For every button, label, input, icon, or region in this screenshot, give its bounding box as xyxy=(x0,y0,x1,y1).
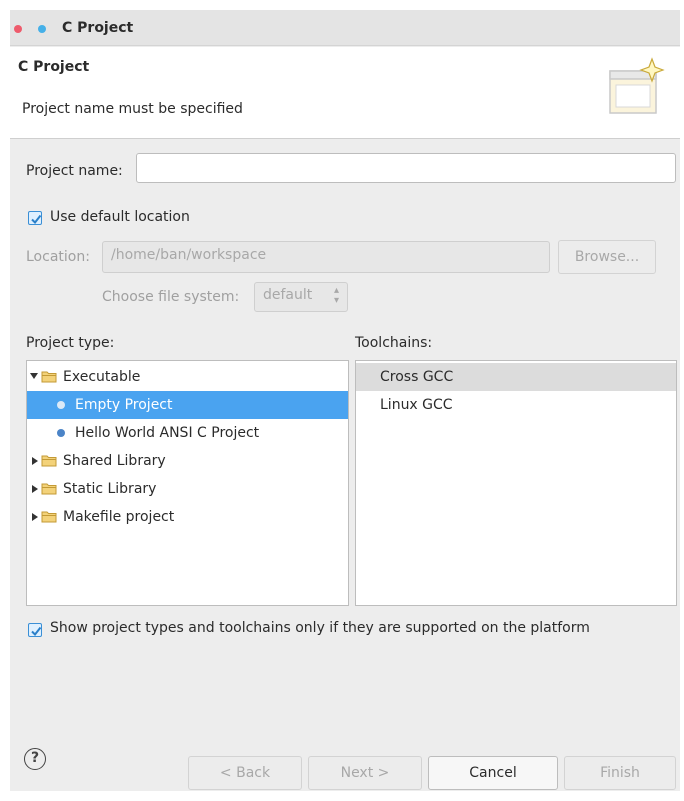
tree-item-makefile-project[interactable]: Makefile project xyxy=(27,503,348,531)
project-bullet-icon xyxy=(57,401,65,409)
close-window-button[interactable] xyxy=(14,25,22,33)
toolchain-item-linux-gcc[interactable]: Linux GCC xyxy=(356,391,676,419)
supported-only-checkbox[interactable] xyxy=(28,623,42,637)
use-default-location-label: Use default location xyxy=(50,209,190,225)
location-input[interactable]: /home/ban/workspace xyxy=(102,241,550,273)
tree-item-label: Empty Project xyxy=(75,397,173,413)
project-type-tree[interactable]: Executable Empty Project Hello World ANS… xyxy=(26,360,349,606)
next-button[interactable]: Next > xyxy=(308,756,422,790)
file-system-label: Choose file system: xyxy=(102,289,240,305)
tree-item-label: Static Library xyxy=(63,481,157,497)
project-type-label: Project type: xyxy=(26,335,115,351)
wizard-message: Project name must be specified xyxy=(22,101,243,117)
spinner-arrows-icon: ▴ ▾ xyxy=(333,285,339,306)
tree-item-empty-project[interactable]: Empty Project xyxy=(27,391,348,419)
title-bar[interactable]: C Project xyxy=(10,10,680,46)
new-wizard-icon xyxy=(609,57,665,114)
project-name-label: Project name: xyxy=(26,163,123,179)
project-bullet-icon xyxy=(57,429,65,437)
tree-item-label: Executable xyxy=(63,369,141,385)
tree-item-label: Hello World ANSI C Project xyxy=(75,425,260,441)
help-icon[interactable]: ? xyxy=(24,748,46,770)
toolchain-label: Linux GCC xyxy=(380,397,453,413)
toolchains-list[interactable]: Cross GCC Linux GCC xyxy=(355,360,677,606)
window-title: C Project xyxy=(62,20,134,36)
back-button[interactable]: < Back xyxy=(188,756,302,790)
collapse-arrow-icon[interactable] xyxy=(32,457,38,465)
folder-icon xyxy=(41,371,57,383)
supported-only-label: Show project types and toolchains only i… xyxy=(50,620,590,636)
folder-icon xyxy=(41,511,57,523)
cancel-button[interactable]: Cancel xyxy=(428,756,558,790)
checkmark-icon xyxy=(31,214,42,225)
wizard-header: C Project Project name must be specified xyxy=(10,47,680,139)
checkmark-icon xyxy=(31,626,42,637)
finish-button[interactable]: Finish xyxy=(564,756,676,790)
tree-item-label: Shared Library xyxy=(63,453,166,469)
location-label: Location: xyxy=(26,249,90,265)
toolchain-item-cross-gcc[interactable]: Cross GCC xyxy=(356,363,676,391)
expand-arrow-icon[interactable] xyxy=(30,373,38,379)
tree-item-shared-library[interactable]: Shared Library xyxy=(27,447,348,475)
tree-item-executable[interactable]: Executable xyxy=(27,363,348,391)
tree-item-label: Makefile project xyxy=(63,509,175,525)
toolchains-label: Toolchains: xyxy=(355,335,433,351)
file-system-select[interactable]: default ▴ ▾ xyxy=(254,282,348,312)
browse-button[interactable]: Browse... xyxy=(558,240,656,274)
tree-item-static-library[interactable]: Static Library xyxy=(27,475,348,503)
folder-icon xyxy=(41,455,57,467)
collapse-arrow-icon[interactable] xyxy=(32,513,38,521)
wizard-title: C Project xyxy=(18,59,90,75)
project-name-input[interactable] xyxy=(136,153,676,183)
tree-item-hello-world[interactable]: Hello World ANSI C Project xyxy=(27,419,348,447)
new-project-dialog: C Project C Project Project name must be… xyxy=(10,10,680,791)
minimize-window-button[interactable] xyxy=(38,25,46,33)
file-system-value: default xyxy=(263,287,313,303)
toolchain-label: Cross GCC xyxy=(380,369,454,385)
collapse-arrow-icon[interactable] xyxy=(32,485,38,493)
folder-icon xyxy=(41,483,57,495)
use-default-location-checkbox[interactable] xyxy=(28,211,42,225)
